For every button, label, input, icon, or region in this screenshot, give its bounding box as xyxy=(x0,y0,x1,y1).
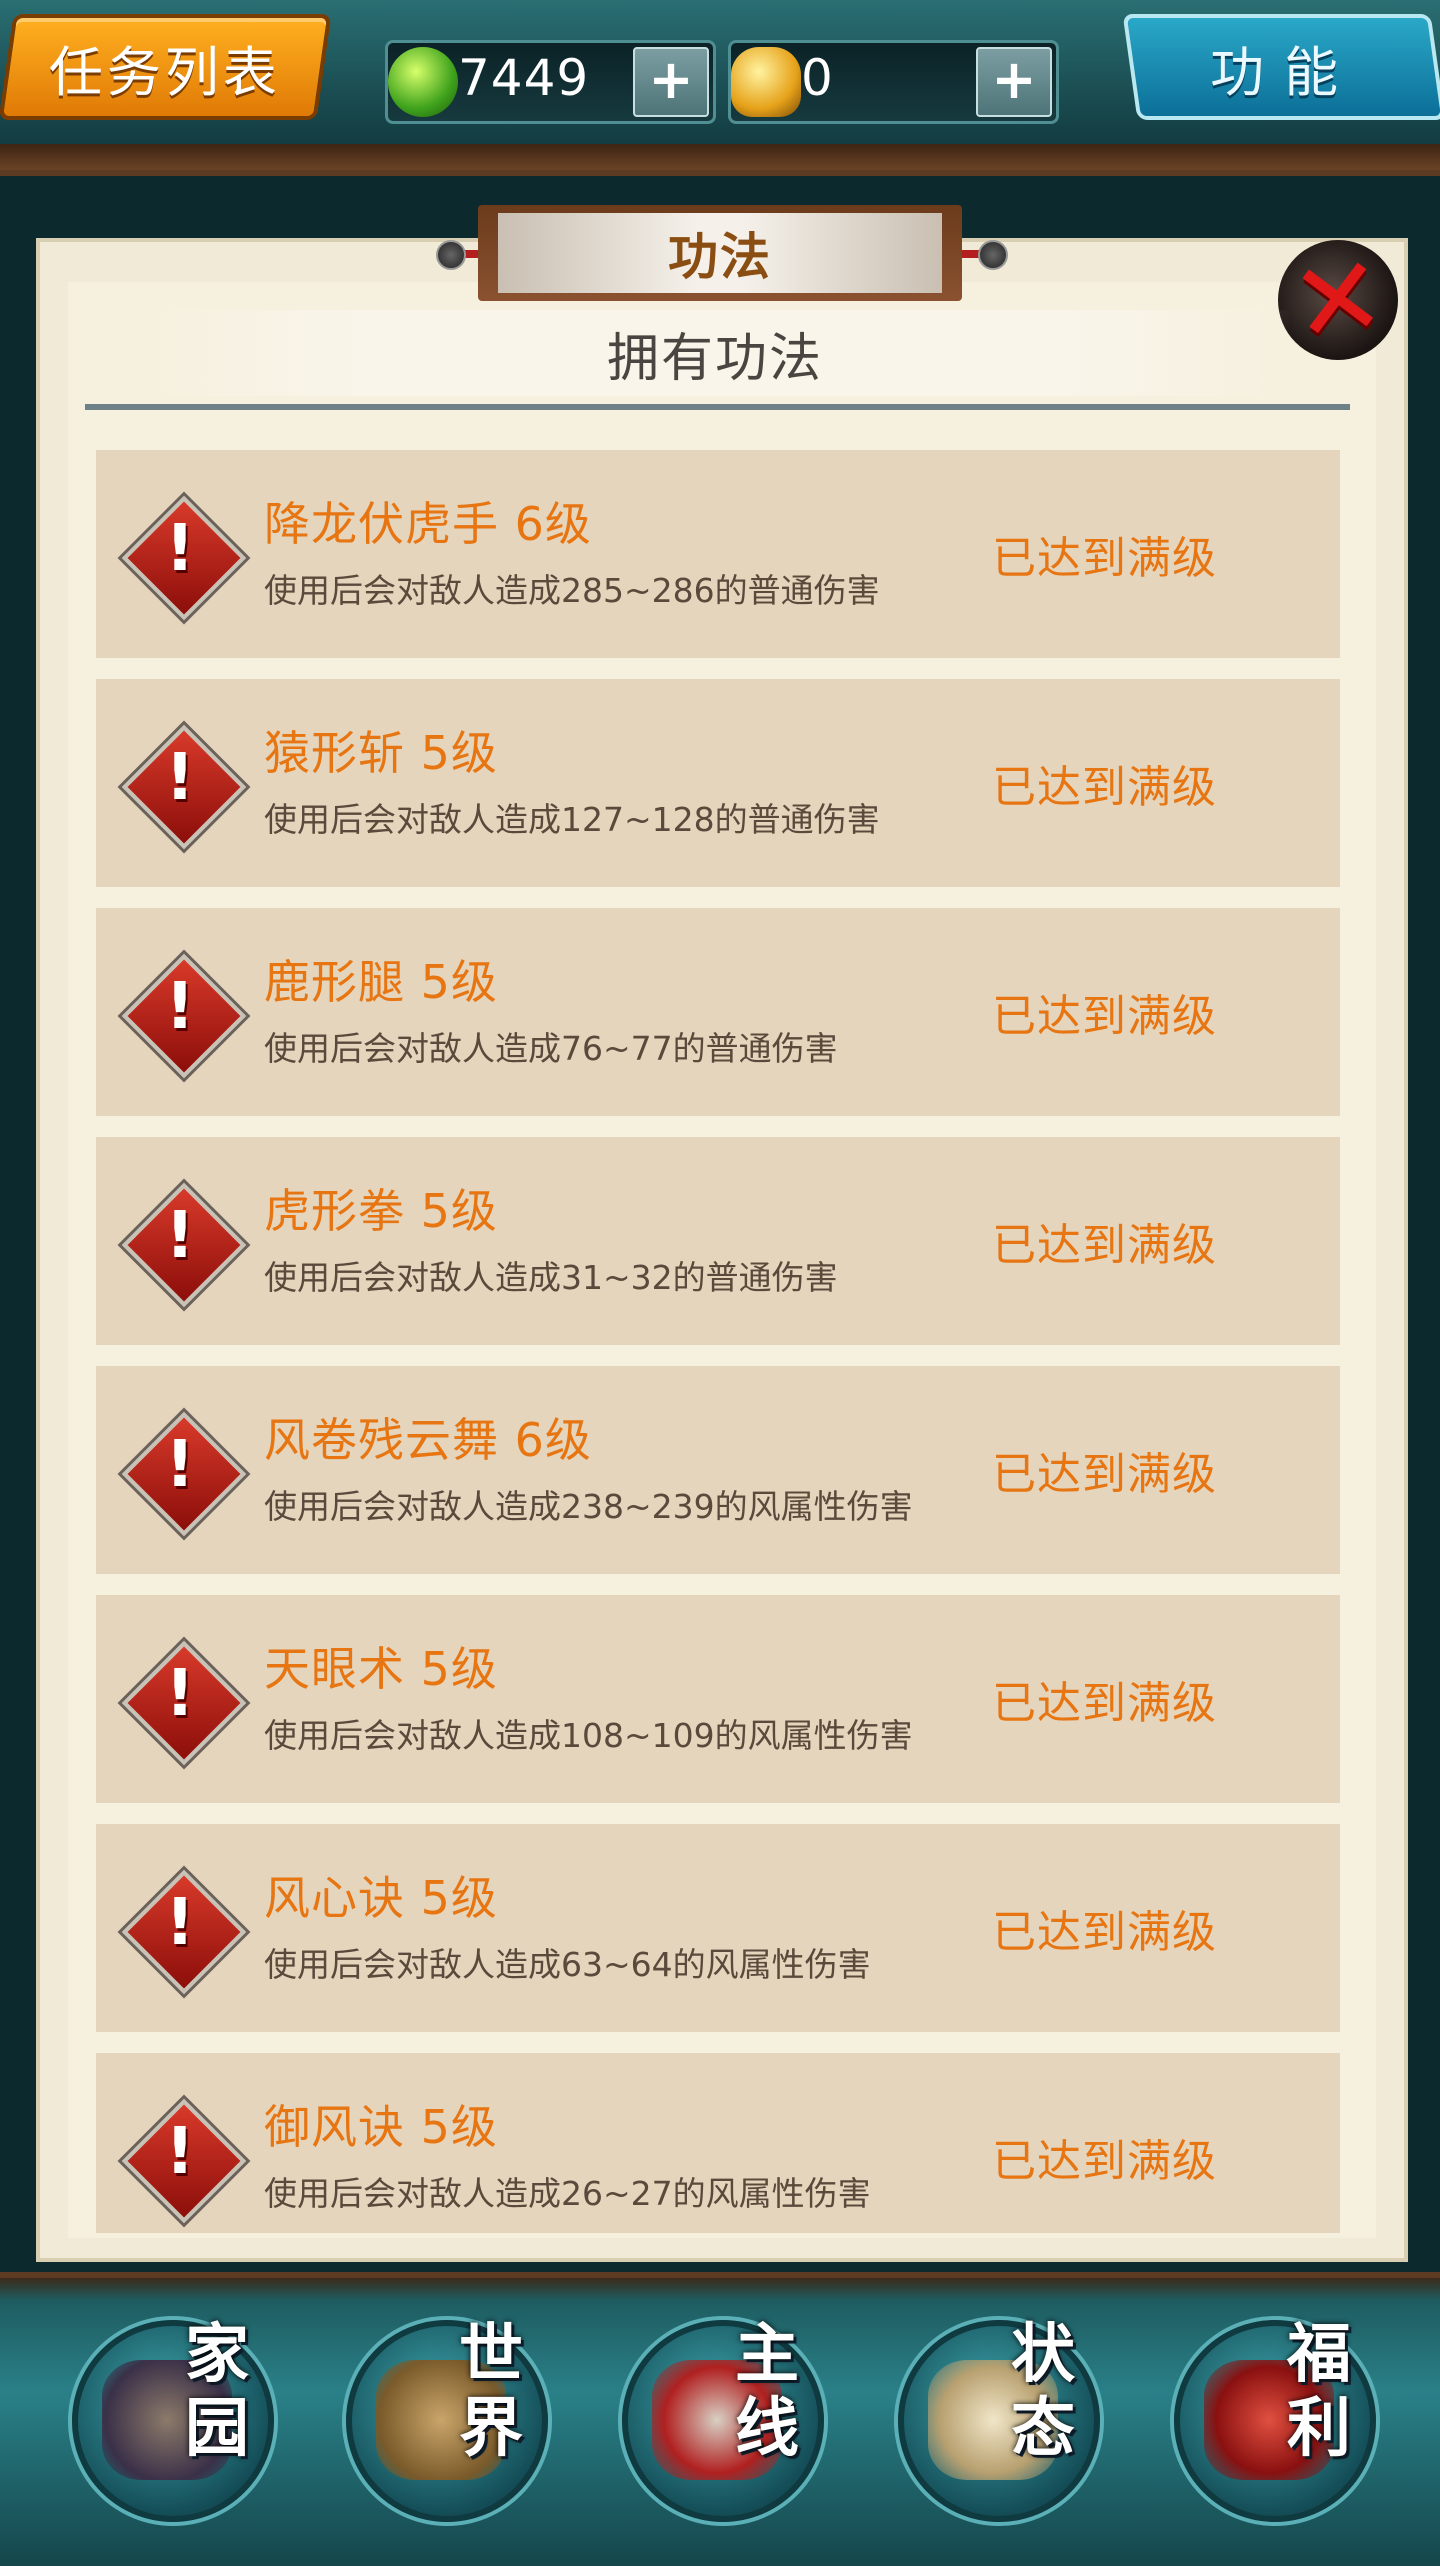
function-button[interactable]: 功能 xyxy=(1122,14,1440,120)
skill-row[interactable]: ! 天眼术 5级 使用后会对敌人造成108~109的风属性伤害 已达到满级 xyxy=(96,1595,1340,1803)
jade-currency: 7449 + xyxy=(385,40,716,124)
skill-row[interactable]: ! 降龙伏虎手 6级 使用后会对敌人造成285~286的普通伤害 已达到满级 xyxy=(96,450,1340,658)
skill-row[interactable]: ! 鹿形腿 5级 使用后会对敌人造成76~77的普通伤害 已达到满级 xyxy=(96,908,1340,1116)
skill-description: 使用后会对敌人造成26~27的风属性伤害 xyxy=(264,2174,871,2213)
skill-status: 已达到满级 xyxy=(992,1907,1217,1958)
close-x-icon: ✕ xyxy=(1283,230,1393,370)
skill-status: 已达到满级 xyxy=(992,1678,1217,1729)
skill-row[interactable]: ! 风卷残云舞 6级 使用后会对敌人造成238~239的风属性伤害 已达到满级 xyxy=(96,1366,1340,1574)
nav-welfare-button[interactable]: 福利 xyxy=(1164,2310,1376,2530)
alert-icon: ! xyxy=(121,1869,247,1995)
skill-status: 已达到满级 xyxy=(992,991,1217,1042)
close-button[interactable]: ✕ xyxy=(1278,230,1398,370)
nav-home-button[interactable]: 家园 xyxy=(62,2310,274,2530)
skill-name: 风心诀 5级 xyxy=(264,1871,498,1925)
skill-name: 降龙伏虎手 6级 xyxy=(264,497,592,551)
skill-name: 御风诀 5级 xyxy=(264,2100,498,2154)
skill-description: 使用后会对敌人造成127~128的普通伤害 xyxy=(264,800,880,839)
skill-name: 天眼术 5级 xyxy=(264,1642,498,1696)
scroll-paper: 功法 xyxy=(498,213,942,293)
bottom-nav: 家园 世界 主线 状态 福利 xyxy=(0,2272,1440,2566)
alert-icon: ! xyxy=(121,1182,247,1308)
skill-row[interactable]: ! 御风诀 5级 使用后会对敌人造成26~27的风属性伤害 已达到满级 xyxy=(96,2053,1340,2233)
skill-description: 使用后会对敌人造成76~77的普通伤害 xyxy=(264,1029,838,1068)
add-jade-button[interactable]: + xyxy=(633,47,709,117)
skill-description: 使用后会对敌人造成63~64的风属性伤害 xyxy=(264,1945,871,1984)
task-list-label: 任务列表 xyxy=(49,40,281,104)
nav-world-button[interactable]: 世界 xyxy=(336,2310,548,2530)
divider xyxy=(85,404,1350,410)
nav-status-label: 状态 xyxy=(1011,2318,1075,2466)
nav-main-quest-label: 主线 xyxy=(735,2318,799,2466)
alert-icon: ! xyxy=(121,495,247,621)
nav-welfare-label: 福利 xyxy=(1287,2318,1351,2466)
skill-name: 鹿形腿 5级 xyxy=(264,955,498,1009)
skill-name: 风卷残云舞 6级 xyxy=(264,1413,592,1467)
alert-icon: ! xyxy=(121,1411,247,1537)
panel-title-scroll: 功法 xyxy=(478,205,962,301)
skill-row[interactable]: ! 虎形拳 5级 使用后会对敌人造成31~32的普通伤害 已达到满级 xyxy=(96,1137,1340,1345)
subheader: 拥有功法 xyxy=(140,310,1290,396)
gold-amount: 0 xyxy=(801,49,834,107)
nav-home-label: 家园 xyxy=(185,2318,249,2466)
gold-currency: 0 + xyxy=(728,40,1059,124)
nav-world-label: 世界 xyxy=(459,2318,523,2466)
alert-icon: ! xyxy=(121,1640,247,1766)
scroll-knob-left xyxy=(436,240,466,270)
skill-status: 已达到满级 xyxy=(992,2136,1217,2187)
alert-icon: ! xyxy=(121,953,247,1079)
jade-coin-icon xyxy=(388,47,458,117)
top-bar: 任务列表 7449 + 0 + 功能 xyxy=(0,0,1440,176)
alert-icon: ! xyxy=(121,724,247,850)
skill-row[interactable]: ! 猿形斩 5级 使用后会对敌人造成127~128的普通伤害 已达到满级 xyxy=(96,679,1340,887)
skill-description: 使用后会对敌人造成285~286的普通伤害 xyxy=(264,571,880,610)
scroll-knob-right xyxy=(978,240,1008,270)
skill-status: 已达到满级 xyxy=(992,762,1217,813)
nav-main-quest-button[interactable]: 主线 xyxy=(612,2310,824,2530)
skill-status: 已达到满级 xyxy=(992,533,1217,584)
skill-row[interactable]: ! 风心诀 5级 使用后会对敌人造成63~64的风属性伤害 已达到满级 xyxy=(96,1824,1340,2032)
skill-description: 使用后会对敌人造成108~109的风属性伤害 xyxy=(264,1716,913,1755)
alert-icon: ! xyxy=(121,2098,247,2224)
skill-status: 已达到满级 xyxy=(992,1220,1217,1271)
skill-name: 虎形拳 5级 xyxy=(264,1184,498,1238)
function-label: 功能 xyxy=(1210,40,1358,104)
jade-amount: 7449 xyxy=(458,49,590,107)
nav-status-button[interactable]: 状态 xyxy=(888,2310,1100,2530)
task-list-button[interactable]: 任务列表 xyxy=(0,14,332,120)
add-gold-button[interactable]: + xyxy=(976,47,1052,117)
skill-description: 使用后会对敌人造成238~239的风属性伤害 xyxy=(264,1487,913,1526)
skill-description: 使用后会对敌人造成31~32的普通伤害 xyxy=(264,1258,838,1297)
skill-status: 已达到满级 xyxy=(992,1449,1217,1500)
subheader-title: 拥有功法 xyxy=(606,328,823,389)
panel-title: 功法 xyxy=(668,228,772,286)
skill-name: 猿形斩 5级 xyxy=(264,726,498,780)
gold-ingot-icon xyxy=(731,47,801,117)
